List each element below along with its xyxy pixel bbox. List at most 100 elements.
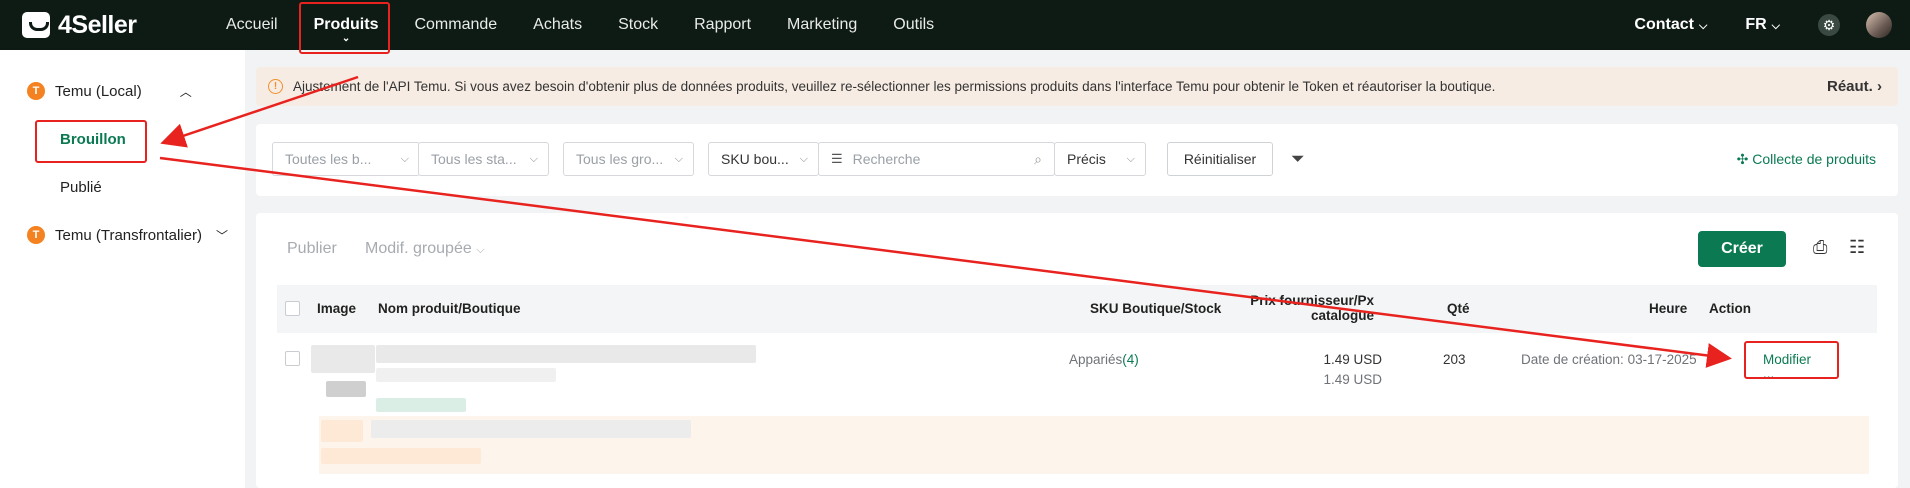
chevron-down-icon: ⌵ [400,152,409,165]
logo[interactable]: 4Seller [22,11,182,40]
bulk-edit-label: Modif. groupée [365,240,472,257]
col-name: Nom produit/Boutique [378,301,521,316]
quantity: 203 [1443,352,1466,367]
products-panel: Publier Modif. groupée ⌵ Créer ⎙ ☷ Image… [256,213,1898,488]
match-mode-select[interactable]: Précis ⌵ [1054,142,1146,176]
main-menu: Accueil Produits ⌄ Commande Achats Stock… [226,0,970,50]
nav-achats[interactable]: Achats [533,0,582,50]
col-image: Image [317,301,357,316]
search-icon[interactable]: ⌕ [1034,151,1042,168]
filter-bar: Toutes les b... ⌵ Tous les sta... ⌵ Tous l… [256,124,1898,196]
status-select-value: Tous les sta... [431,151,517,167]
col-action: Action [1709,301,1751,316]
group-select[interactable]: Tous les gro... ⌵ [563,142,694,176]
chevron-down-icon: ⌵ [1698,20,1708,32]
nav-produits-label: Produits [313,16,379,33]
variant-row-redacted [319,416,1869,474]
col-price-line1: Prix fournisseur/Px [1250,293,1374,308]
match-mode-value: Précis [1067,151,1106,167]
nav-commande[interactable]: Commande [414,0,497,50]
top-nav: 4Seller Accueil Produits ⌄ Commande Acha… [0,0,1910,50]
group-select-value: Tous les gro... [576,151,664,167]
banner-text: Ajustement de l'API Temu. Si vous avez b… [293,79,1496,94]
reauthorize-link[interactable]: Réaut. › [1827,78,1882,95]
variant-detail-redacted [321,448,481,464]
created-date: Date de création: 03-17-2025 23:03 [1521,352,1697,367]
column-settings-icon[interactable]: ☷ [1849,237,1865,258]
col-sku: SKU Boutique/Stock [1090,301,1222,316]
sidebar-item-brouillon[interactable]: Brouillon [0,115,245,163]
product-name-redacted [376,345,756,363]
avatar[interactable] [1866,12,1892,38]
select-all-checkbox[interactable] [285,301,300,316]
contact-menu[interactable]: Contact ⌵ [1634,16,1707,34]
chevron-down-icon: ⌵ [674,152,683,165]
filter-icon[interactable]: ⏷ [1291,149,1305,169]
search-list-icon: ☰ [831,151,843,166]
nav-stock[interactable]: Stock [618,0,658,50]
collect-label: Collecte de produits [1752,151,1876,167]
temu-badge-icon: T [27,226,45,244]
row-checkbox[interactable] [285,351,300,366]
language-label: FR [1745,16,1767,33]
col-qty: Qté [1447,301,1470,316]
sidebar-group-temu-cross[interactable]: T Temu (Transfrontalier) ﹀ [0,211,245,259]
supplier-price: 1.49 USD [1323,352,1382,367]
nav-accueil[interactable]: Accueil [226,0,278,50]
contact-label: Contact [1634,16,1694,33]
gear-icon[interactable]: ⚙ [1818,14,1840,36]
nav-marketing[interactable]: Marketing [787,0,857,50]
chevron-down-icon: ⌵ [476,244,485,256]
sku-matched-count: (4) [1122,352,1139,367]
created-label: Date de création: [1521,352,1624,367]
more-actions[interactable]: ... [1763,366,1774,381]
product-image-thumb [326,381,366,397]
col-time: Heure [1649,301,1688,316]
sidebar-item-publie[interactable]: Publié [0,163,245,211]
chevron-down-icon: ⌵ [1771,20,1780,32]
search-input[interactable]: ☰ Recherche ⌕ [818,142,1055,176]
nav-outils[interactable]: Outils [893,0,934,50]
language-menu[interactable]: FR ⌵ [1745,16,1780,34]
warning-icon: ! [268,79,283,94]
product-image [311,345,375,373]
sku-type-select[interactable]: SKU bou... ⌵ [708,142,819,176]
catalog-price: 1.49 USD [1323,372,1382,387]
nav-right: Contact ⌵ FR ⌵ ⚙ [1634,12,1892,38]
bulk-edit-button[interactable]: Modif. groupée ⌵ [365,240,485,258]
sidebar-group-label: Temu (Transfrontalier) [55,226,202,244]
sku-matched-label: Appariés [1069,352,1123,367]
temu-badge-icon: T [27,82,45,100]
product-store-redacted [376,368,556,382]
reauthorize-label: Réaut. [1826,78,1873,95]
create-button[interactable]: Créer [1698,231,1786,267]
store-select[interactable]: Toutes les b... ⌵ [272,142,420,176]
chevron-up-icon: ︿ [179,84,192,99]
product-tag-redacted [376,398,466,412]
table-header: Image Nom produit/Boutique SKU Boutique/… [277,285,1877,333]
store-select-value: Toutes les b... [285,151,372,167]
sku-matched[interactable]: Appariés(4) [1069,352,1139,367]
api-notice-banner: ! Ajustement de l'API Temu. Si vous avez… [256,67,1898,106]
export-icon[interactable]: ⎙ [1813,237,1827,258]
publish-button[interactable]: Publier [287,240,337,258]
logo-text: 4Seller [58,10,137,39]
nav-rapport[interactable]: Rapport [694,0,751,50]
col-price-line2: catalogue [1310,308,1374,323]
chevron-down-icon: ﹀ [215,228,228,243]
chevron-down-icon: ⌵ [799,152,808,165]
status-select[interactable]: Tous les sta... ⌵ [418,142,549,176]
edit-link[interactable]: Modifier [1763,352,1811,367]
nav-produits[interactable]: Produits ⌄ [314,0,379,50]
sidebar-group-label: Temu (Local) [55,82,142,100]
collect-products-link[interactable]: ✣ Collecte de produits [1737,151,1876,168]
sku-type-value: SKU bou... [721,151,789,167]
search-placeholder: Recherche [852,151,921,167]
chevron-down-icon: ⌄ [341,33,351,44]
bag-logo-icon [22,12,50,38]
variant-image-redacted [321,420,363,442]
created-value: 03-17-2025 23:03 [1627,352,1697,367]
sidebar-group-temu-local[interactable]: T Temu (Local) ︿ [0,67,245,115]
sidebar: T Temu (Local) ︿ Brouillon Publié T Temu… [0,50,245,488]
reset-button[interactable]: Réinitialiser [1167,142,1273,176]
